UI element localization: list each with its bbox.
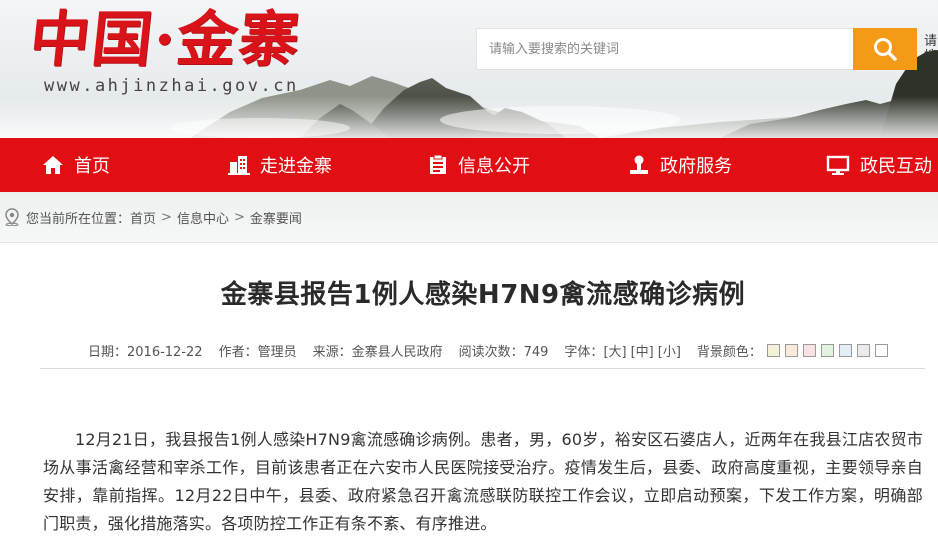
- bg-color-swatch[interactable]: [838, 343, 852, 357]
- font-size-medium-button[interactable]: [中]: [631, 341, 654, 360]
- site-logo[interactable]: 中国·金寨: [26, 2, 305, 78]
- article-views: 阅读次数：749: [458, 344, 549, 360]
- article-date: 日期：2016-12-22: [88, 344, 203, 360]
- breadcrumb: 您当前所在位置： 首页 > 信息中心 > 金寨要闻: [0, 192, 938, 243]
- nav-item-label: 走进金寨: [260, 156, 332, 177]
- bg-color-swatch[interactable]: [856, 343, 870, 357]
- breadcrumb-separator: >: [233, 209, 245, 225]
- article-title: 金寨县报告1例人感染H7N9禽流感确诊病例: [220, 280, 746, 310]
- search-icon: [874, 38, 897, 61]
- article-body-paragraph: 12月21日，我县报告1例人感染H7N9禽流感确诊病例。患者，男，60岁，裕安区…: [43, 430, 923, 533]
- person-service-icon: [630, 155, 648, 174]
- bg-color-swatch[interactable]: [784, 343, 798, 357]
- home-icon: [43, 156, 63, 174]
- bg-color-swatch[interactable]: [802, 343, 816, 357]
- site-header: 中国·金寨 www.ahjinzhai.gov.cn 请搜: [0, 0, 938, 138]
- font-size-large-button[interactable]: [大]: [603, 341, 626, 360]
- nav-item-label: 首页: [74, 156, 110, 177]
- article-meta: 日期：2016-12-22 作者：管理员 来源：金寨县人民政府 阅读次数：749…: [88, 340, 888, 360]
- building-icon: [228, 156, 250, 175]
- nav-item-label: 政府服务: [660, 156, 732, 177]
- bg-color-swatch[interactable]: [874, 343, 888, 357]
- nav-item-home[interactable]: 首页: [42, 138, 110, 192]
- breadcrumb-info-center[interactable]: 信息中心: [177, 208, 229, 227]
- breadcrumb-separator: >: [161, 209, 172, 225]
- nav-item-label: 信息公开: [458, 156, 530, 177]
- bg-color-swatch[interactable]: [766, 343, 780, 357]
- site-domain: www.ahjinzhai.gov.cn: [44, 76, 299, 96]
- monitor-icon: [826, 155, 850, 175]
- location-pin-icon: [5, 208, 19, 226]
- breadcrumb-home[interactable]: 首页: [130, 208, 156, 227]
- meta-divider: [40, 368, 925, 369]
- document-list-icon: [430, 155, 446, 174]
- main-nav: 首页 走进金寨 信息公开 政府服务 政民互动: [0, 138, 938, 192]
- font-size-label: 字体：: [564, 344, 604, 360]
- bg-color-label: 背景颜色：: [696, 344, 762, 360]
- font-size-small-button[interactable]: [小]: [658, 341, 681, 360]
- article-source: 来源：金寨县人民政府: [312, 344, 443, 360]
- nav-item-gov-service[interactable]: 政府服务: [628, 138, 732, 192]
- side-float-tab[interactable]: 请搜: [924, 34, 938, 64]
- nav-item-interaction[interactable]: 政民互动: [826, 138, 932, 192]
- nav-item-label: 政民互动: [860, 156, 932, 177]
- search-button[interactable]: [853, 28, 917, 70]
- bg-color-swatch[interactable]: [820, 343, 834, 357]
- article-author: 作者：管理员: [218, 344, 297, 360]
- search-input[interactable]: [477, 29, 837, 69]
- nav-item-info-public[interactable]: 信息公开: [428, 138, 530, 192]
- breadcrumb-prefix: 您当前所在位置：: [26, 211, 131, 227]
- breadcrumb-jinzhai-news[interactable]: 金寨要闻: [250, 208, 302, 227]
- nav-item-about[interactable]: 走进金寨: [228, 138, 332, 192]
- search-box: [476, 28, 854, 70]
